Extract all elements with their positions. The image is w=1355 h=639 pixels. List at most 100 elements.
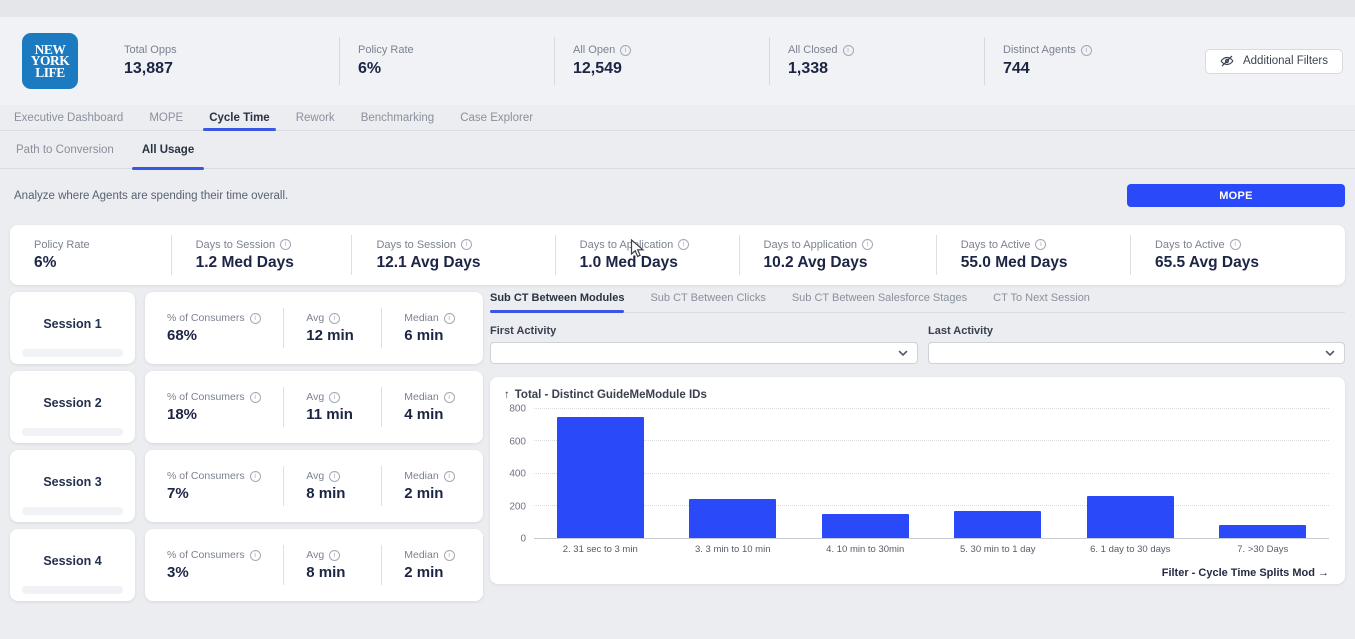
- session-stat-value: 18%: [167, 406, 198, 423]
- chart-bar[interactable]: [556, 417, 644, 538]
- first-activity-label: First Activity: [490, 325, 557, 337]
- nav-tab-executive-dashboard[interactable]: Executive Dashboard: [14, 112, 123, 130]
- info-icon[interactable]: i: [280, 239, 292, 250]
- info-icon[interactable]: i: [842, 44, 854, 56]
- info-icon[interactable]: i: [329, 470, 341, 482]
- info-icon[interactable]: i: [620, 44, 632, 56]
- session-card-3[interactable]: Session 3: [10, 450, 135, 522]
- kpi-label: Days to Active i: [961, 239, 1130, 251]
- session-stat: Avg i 8 min: [283, 466, 381, 506]
- info-icon[interactable]: i: [329, 312, 341, 324]
- info-icon[interactable]: i: [249, 391, 261, 403]
- info-icon[interactable]: i: [443, 312, 455, 324]
- info-icon[interactable]: i: [460, 239, 472, 250]
- session-row: Session 3% of Consumers i 7% Avg i 8 min Media…: [10, 450, 483, 522]
- info-icon[interactable]: i: [1035, 239, 1047, 250]
- header-stat-value: 744: [1003, 60, 1030, 77]
- info-icon[interactable]: i: [329, 391, 341, 403]
- mope-button[interactable]: MOPE: [1127, 184, 1345, 207]
- bar-chart: 0 200 400 600 800: [504, 404, 1329, 545]
- session-stat-label: % of Consumers i: [167, 391, 283, 403]
- info-icon[interactable]: i: [443, 549, 455, 561]
- kpi-label-text: Policy Rate: [34, 238, 90, 251]
- session-stat: Median i 2 min: [381, 466, 483, 506]
- session-stat-label-text: % of Consumers: [167, 470, 245, 482]
- session-stat-value: 11 min: [306, 406, 353, 423]
- session-name: Session 4: [43, 554, 102, 568]
- info-icon[interactable]: i: [678, 239, 690, 250]
- chart-plot-area: [534, 408, 1329, 539]
- kpi-label: Days to Session i: [196, 239, 352, 251]
- logo-line-2: LIFE: [35, 64, 65, 80]
- session-stat-value: 4 min: [404, 406, 444, 423]
- header-stat-label: All Open i: [573, 44, 769, 56]
- x-tick-label: 7. >30 Days: [1237, 544, 1289, 555]
- session-card-4[interactable]: Session 4: [10, 529, 135, 601]
- panel-tab-sub-ct-between-clicks[interactable]: Sub CT Between Clicks: [650, 292, 765, 304]
- info-icon[interactable]: i: [443, 470, 455, 482]
- kpi-stat: Days to Application i 1.0 Med Days: [554, 235, 739, 275]
- x-tick-label: 3. 3 min to 10 min: [694, 544, 771, 555]
- panel-tab-sub-ct-between-salesforce-stages[interactable]: Sub CT Between Salesforce Stages: [792, 292, 967, 304]
- info-icon[interactable]: i: [443, 391, 455, 403]
- chart-bar-slot: [1064, 409, 1197, 538]
- chart-bar[interactable]: [821, 513, 909, 538]
- subnav-tab-all-usage[interactable]: All Usage: [131, 144, 205, 170]
- kpi-summary-card: Policy Rate 6% Days to Session i 1.2 Med Day…: [10, 225, 1345, 285]
- info-icon[interactable]: i: [862, 239, 874, 250]
- session-stat-value: 8 min: [306, 485, 346, 502]
- chart-bar-slot: [667, 409, 800, 538]
- chart-bar[interactable]: [1219, 525, 1307, 538]
- cycle-time-splits-filter-link[interactable]: Filter - Cycle Time Splits Mod →: [1162, 567, 1329, 579]
- info-icon[interactable]: i: [249, 470, 261, 482]
- header-stat: All Open i 12,549: [554, 37, 769, 85]
- chart-footer: Filter - Cycle Time Splits Mod →: [504, 563, 1329, 581]
- info-icon[interactable]: i: [249, 549, 261, 561]
- nav-tab-cycle-time[interactable]: Cycle Time: [203, 112, 276, 131]
- chart-bar[interactable]: [689, 498, 777, 538]
- kpi-value: 55.0 Med Days: [960, 253, 1068, 271]
- session-card-1[interactable]: Session 1: [10, 292, 135, 364]
- nav-tab-mope[interactable]: MOPE: [149, 112, 183, 130]
- panel-tab-sub-ct-between-modules[interactable]: Sub CT Between Modules: [490, 292, 625, 313]
- panel-tab-ct-to-next-session[interactable]: CT To Next Session: [993, 292, 1090, 304]
- info-icon[interactable]: i: [329, 549, 341, 561]
- session-name: Session 1: [43, 317, 102, 331]
- session-row: Session 1% of Consumers i 68% Avg i 12 min Med…: [10, 292, 483, 364]
- session-stat: Median i 6 min: [381, 308, 483, 348]
- additional-filters-label: Additional Filters: [1242, 55, 1328, 67]
- info-icon[interactable]: i: [249, 312, 261, 324]
- additional-filters-button[interactable]: Additional Filters: [1204, 48, 1343, 74]
- session-stat-label: % of Consumers i: [167, 549, 283, 561]
- session-stat-label-text: Avg: [306, 312, 325, 324]
- y-tick-label: 0: [520, 533, 526, 545]
- nav-tab-benchmarking[interactable]: Benchmarking: [361, 112, 435, 130]
- session-stat-value: 3%: [167, 564, 189, 581]
- page-description: Analyze where Agents are spending their …: [14, 189, 289, 202]
- session-card-2[interactable]: Session 2: [10, 371, 135, 443]
- new-york-life-logo: NEW YORK LIFE: [22, 33, 78, 89]
- info-icon[interactable]: i: [1080, 44, 1092, 56]
- chart-bar[interactable]: [954, 511, 1042, 538]
- chart-bar[interactable]: [1086, 496, 1174, 538]
- header-stat-label-text: Total Opps: [124, 44, 177, 56]
- x-tick-label: 2. 31 sec to 3 min: [562, 544, 638, 555]
- last-activity-select[interactable]: [928, 342, 1345, 364]
- nav-tab-case-explorer[interactable]: Case Explorer: [460, 112, 533, 130]
- info-icon[interactable]: i: [1229, 239, 1241, 250]
- top-band: [0, 0, 1355, 17]
- x-tick-label: 5. 30 min to 1 day: [959, 544, 1036, 555]
- nav-tab-rework[interactable]: Rework: [296, 112, 335, 130]
- session-stat: % of Consumers i 68%: [145, 308, 283, 348]
- eye-off-icon: [1220, 54, 1234, 68]
- subnav-tab-path-to-conversion[interactable]: Path to Conversion: [16, 144, 114, 160]
- header-stat-label-text: Policy Rate: [358, 44, 414, 56]
- y-tick-label: 400: [509, 468, 526, 480]
- first-activity-select[interactable]: [490, 342, 918, 364]
- session-stat-value: 2 min: [404, 485, 444, 502]
- chart-sort-header[interactable]: ↑ Total - Distinct GuideMeModule IDs: [504, 389, 1329, 401]
- kpi-label: Days to Session i: [376, 239, 554, 251]
- header-stat-label: Distinct Agents i: [1003, 44, 1199, 56]
- last-activity-label: Last Activity: [928, 325, 994, 337]
- session-stat-label-text: Median: [404, 470, 439, 482]
